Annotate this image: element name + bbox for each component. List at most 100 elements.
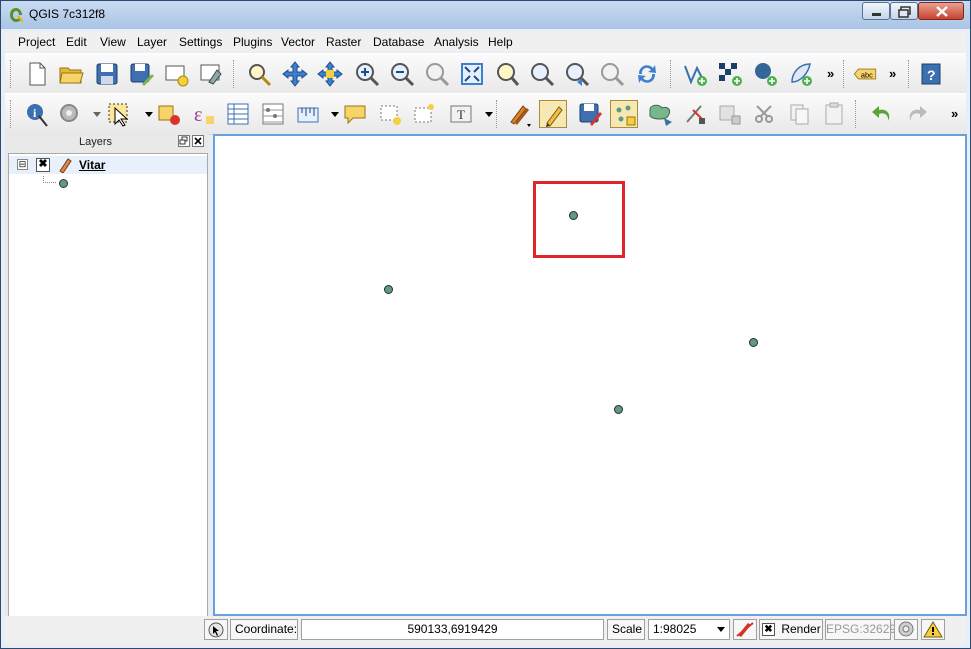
zoom-to-selection-button[interactable]: [528, 60, 556, 88]
scale-combobox[interactable]: 1:98025: [648, 619, 730, 640]
menu-plugins[interactable]: Plugins: [233, 35, 272, 49]
zoom-next-button[interactable]: [598, 60, 626, 88]
menu-project[interactable]: Project: [18, 35, 55, 49]
pan-to-selection-button[interactable]: [281, 60, 309, 88]
identify-features-button[interactable]: i: [23, 100, 51, 128]
save-project-button[interactable]: [93, 60, 121, 88]
toolbar-overflow-chevron[interactable]: »: [951, 106, 958, 121]
menu-help[interactable]: Help: [488, 35, 513, 49]
new-bookmark-button[interactable]: [377, 100, 405, 128]
close-button[interactable]: [918, 2, 964, 20]
add-raster-layer-button[interactable]: [716, 60, 744, 88]
zoom-in-button[interactable]: [353, 60, 381, 88]
maximize-button[interactable]: [890, 2, 918, 20]
current-edits-button[interactable]: [505, 100, 533, 128]
open-project-button[interactable]: [57, 60, 85, 88]
toolbar-grip[interactable]: [670, 60, 674, 88]
menu-database[interactable]: Database: [373, 35, 424, 49]
toolbar-grip[interactable]: [908, 60, 912, 88]
save-layer-edits-button[interactable]: [576, 100, 604, 128]
toolbar-overflow-chevron[interactable]: »: [827, 66, 834, 81]
menu-raster[interactable]: Raster: [326, 35, 361, 49]
add-spatialite-layer-button[interactable]: [786, 60, 814, 88]
toolbar-grip[interactable]: [10, 100, 14, 128]
close-panel-button[interactable]: [192, 135, 204, 147]
stop-render-icon: [736, 622, 754, 637]
toolbar-grip[interactable]: [10, 60, 14, 88]
deselect-features-button[interactable]: [155, 100, 183, 128]
crs-status-button[interactable]: EPSG:32629: [825, 619, 896, 640]
render-checkbox[interactable]: ✖: [762, 623, 775, 637]
menu-edit[interactable]: Edit: [66, 35, 87, 49]
minimize-button[interactable]: [862, 2, 890, 20]
redo-button[interactable]: [903, 100, 931, 128]
save-as-button[interactable]: [127, 60, 155, 88]
map-point-feature[interactable]: [614, 405, 623, 414]
coordinate-toggle-button[interactable]: [204, 619, 228, 640]
toolbar-grip[interactable]: [233, 60, 237, 88]
map-point-feature[interactable]: [384, 285, 393, 294]
layer-row-vitar[interactable]: ⊟ ✖ Vitar: [9, 156, 207, 174]
toggle-editing-button[interactable]: [539, 100, 567, 128]
render-toggle[interactable]: ✖ Render: [759, 619, 823, 640]
add-postgis-layer-button[interactable]: [751, 60, 779, 88]
menu-settings[interactable]: Settings: [179, 35, 222, 49]
toolbar-overflow-chevron[interactable]: »: [889, 66, 896, 81]
cut-features-button[interactable]: [751, 100, 779, 128]
text-annotation-button[interactable]: T: [447, 100, 475, 128]
zoom-last-button[interactable]: [563, 60, 591, 88]
new-shapefile-layer-button[interactable]: [681, 60, 709, 88]
move-feature-button[interactable]: [646, 100, 674, 128]
crs-transform-button[interactable]: [894, 619, 918, 640]
node-tool-button[interactable]: [681, 100, 709, 128]
copy-features-button[interactable]: [786, 100, 814, 128]
open-attribute-table-button[interactable]: [224, 100, 252, 128]
help-contents-button[interactable]: ?: [917, 60, 945, 88]
layer-visibility-checkbox[interactable]: ✖: [36, 158, 50, 172]
new-print-composer-button[interactable]: [162, 60, 190, 88]
pan-map-button[interactable]: [245, 60, 273, 88]
menu-analysis[interactable]: Analysis: [434, 35, 479, 49]
menu-layer[interactable]: Layer: [137, 35, 167, 49]
field-calculator-button[interactable]: [259, 100, 287, 128]
select-by-expression-button[interactable]: ε: [190, 100, 218, 128]
measure-dropdown-button[interactable]: [321, 100, 339, 128]
stop-render-button[interactable]: [733, 619, 757, 640]
toolbar-grip[interactable]: [843, 60, 847, 88]
zoom-to-layer-button[interactable]: [493, 60, 521, 88]
select-features-button[interactable]: [105, 100, 133, 128]
toolbar-grip[interactable]: [496, 100, 500, 128]
annotation-dropdown-button[interactable]: [475, 100, 493, 128]
action-dropdown-button[interactable]: [83, 100, 101, 128]
svg-text:T: T: [457, 107, 465, 122]
delete-selected-button[interactable]: [716, 100, 744, 128]
refresh-button[interactable]: [633, 60, 661, 88]
undo-button[interactable]: [868, 100, 896, 128]
map-tips-button[interactable]: [341, 100, 369, 128]
paste-features-button[interactable]: [820, 100, 848, 128]
coordinate-field[interactable]: 590133,6919429: [301, 619, 604, 640]
map-canvas[interactable]: [213, 134, 967, 616]
map-point-feature[interactable]: [749, 338, 758, 347]
composer-manager-button[interactable]: [197, 60, 225, 88]
node-tool-icon: [686, 105, 705, 124]
scale-label: Scale: [607, 619, 645, 640]
zoom-out-button[interactable]: [388, 60, 416, 88]
toolbar-grip[interactable]: [855, 100, 859, 128]
menu-vector[interactable]: Vector: [281, 35, 315, 49]
measure-line-button[interactable]: [294, 100, 322, 128]
new-project-button[interactable]: [23, 60, 51, 88]
label-tool-button[interactable]: abc: [851, 60, 885, 88]
show-bookmarks-button[interactable]: [411, 100, 439, 128]
zoom-full-button[interactable]: [458, 60, 486, 88]
layer-name[interactable]: Vitar: [79, 158, 105, 172]
select-dropdown-button[interactable]: [135, 100, 153, 128]
message-log-button[interactable]: [921, 619, 945, 640]
collapse-toggle[interactable]: ⊟: [17, 159, 28, 170]
run-feature-action-button[interactable]: [57, 100, 85, 128]
menu-view[interactable]: View: [100, 35, 126, 49]
float-panel-button[interactable]: [178, 135, 190, 147]
pan-map-arrows-button[interactable]: [316, 60, 344, 88]
add-feature-button[interactable]: [610, 100, 638, 128]
zoom-actual-size-button[interactable]: [423, 60, 451, 88]
